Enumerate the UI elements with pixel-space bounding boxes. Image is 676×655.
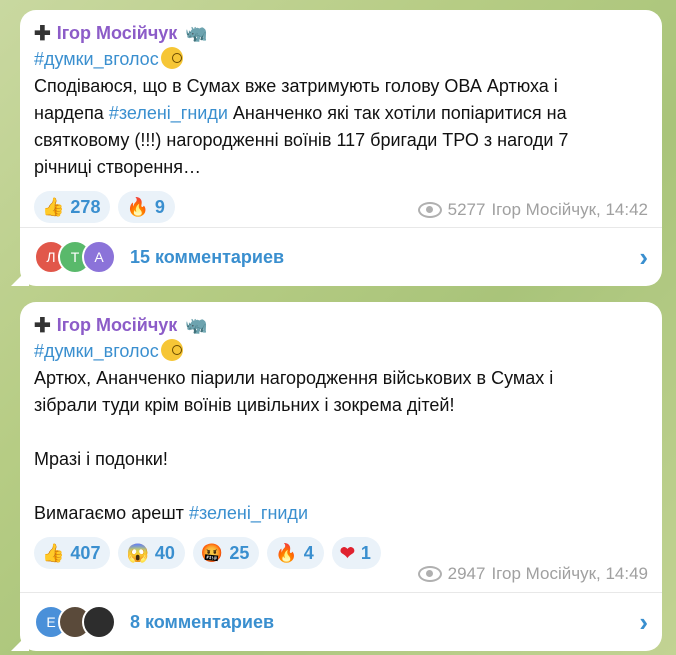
thumbs-up-icon: 👍 [42,196,65,217]
post-text-line: нардепа #зелені_гниди Ананченко які так … [34,103,567,123]
post-text-line: Вимагаємо арешт #зелені_гниди [34,503,308,523]
post-text-line: Артюх, Ананченко піарили нагородження ві… [34,368,554,388]
reaction-angry[interactable]: 🤬 25 [192,537,260,569]
view-count: 2947 [447,564,486,583]
author-name[interactable]: ✚ Ігор Мосійчук 🦏 [34,20,648,46]
avatar [82,605,116,639]
view-count: 5277 [447,200,486,219]
author-label[interactable]: Ігор Мосійчук [57,23,178,44]
commenter-avatars: Л Т А [34,240,116,274]
monocle-face-icon [160,47,183,69]
hashtag-link[interactable]: #зелені_гниди [189,503,308,523]
reaction-fire[interactable]: 🔥 4 [267,537,324,569]
reaction-heart[interactable]: ❤ 1 [331,537,381,569]
cross-icon: ✚ [34,314,51,337]
comments-bar[interactable]: Л Т А 15 комментариев › [20,227,662,286]
scream-face-icon: 😱 [126,542,149,563]
comments-count-label[interactable]: 8 комментариев [130,612,639,633]
post-text-line: річниці створення… [34,157,201,177]
hashtag-link[interactable]: #думки_вголос [34,341,159,361]
avatar: А [82,240,116,274]
thumbs-up-icon: 👍 [42,542,65,563]
fire-icon: 🔥 [126,196,149,217]
message-post[interactable]: ✚ Ігор Мосійчук 🦏 #думки_вголос Сподіваю… [20,10,662,286]
post-text-line: зібрали туди крім воїнів цивільних і зок… [34,395,455,415]
chevron-right-icon[interactable]: › [639,607,648,638]
signature: Ігор Мосійчук, 14:42 [491,200,648,219]
hashtag-link[interactable]: #зелені_гниди [109,103,228,123]
message-post[interactable]: ✚ Ігор Мосійчук 🦏 #думки_вголос Артюх, А… [20,302,662,651]
reaction-scream[interactable]: 😱 40 [118,537,185,569]
signature: Ігор Мосійчук, 14:49 [491,564,648,583]
post-text-line: Сподіваюся, що в Сумах вже затримують го… [34,76,558,96]
hashtag-link[interactable]: #думки_вголос [34,49,159,69]
message-meta: 5277 Ігор Мосійчук, 14:42 [417,200,648,220]
angry-face-icon: 🤬 [200,542,224,563]
commenter-avatars: Е [34,605,116,639]
chevron-right-icon[interactable]: › [639,242,648,273]
rhino-icon: 🦏 [185,22,208,43]
eye-icon [417,566,442,582]
reaction-fire[interactable]: 🔥 9 [118,191,175,223]
hashtag-line: #думки_вголос [34,46,648,73]
cross-icon: ✚ [34,22,51,45]
author-label[interactable]: Ігор Мосійчук [57,315,178,336]
fire-icon: 🔥 [275,542,298,563]
heart-icon: ❤ [339,542,355,563]
message-meta: 2947 Ігор Мосійчук, 14:49 [417,564,648,584]
reaction-thumbs-up[interactable]: 👍 278 [34,191,111,223]
reaction-thumbs-up[interactable]: 👍 407 [34,537,111,569]
post-text-line: Мразі і подонки! [34,449,168,469]
eye-icon [417,202,442,218]
monocle-face-icon [160,339,183,361]
rhino-icon: 🦏 [185,314,208,335]
comments-bar[interactable]: Е 8 комментариев › [20,592,662,651]
comments-count-label[interactable]: 15 комментариев [130,247,639,268]
author-name[interactable]: ✚ Ігор Мосійчук 🦏 [34,312,648,338]
hashtag-line: #думки_вголос [34,338,648,365]
post-text-line: святковому (!!!) нагородженні воїнів 117… [34,130,569,150]
